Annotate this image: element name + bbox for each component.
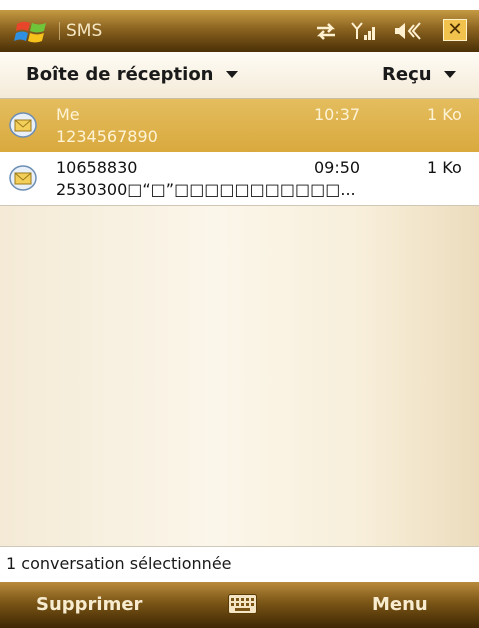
close-button[interactable]: ✕ (443, 19, 467, 41)
sort-label: Reçu (382, 64, 432, 85)
message-time: 09:50 (314, 158, 361, 177)
message-thread-icon (9, 112, 37, 138)
message-sender: 10658830 (56, 158, 138, 177)
softkey-bar: Supprimer Menu (0, 582, 479, 628)
close-icon: ✕ (447, 19, 463, 40)
status-bar: 1 conversation sélectionnée (0, 546, 479, 583)
folder-bar: Boîte de réception Reçu (0, 52, 479, 99)
message-row[interactable]: Me 10:37 1 Ko 1234567890 (0, 99, 479, 152)
sms-screen: SMS ✕ Boîte de réception Reçu Me 10:37 1… (0, 0, 479, 628)
message-thread-icon (9, 165, 37, 191)
message-preview: 1234567890 (56, 127, 158, 146)
title-separator (59, 22, 60, 40)
title-bar: SMS ✕ (0, 10, 479, 53)
signal-strength-icon[interactable] (350, 20, 380, 42)
message-sender: Me (56, 105, 80, 124)
speaker-volume-icon[interactable] (392, 20, 424, 42)
status-text: 1 conversation sélectionnée (6, 554, 232, 573)
sort-dropdown[interactable]: Reçu (382, 64, 456, 85)
folder-dropdown[interactable]: Boîte de réception (26, 64, 238, 85)
app-title: SMS (66, 21, 103, 41)
message-row[interactable]: 10658830 09:50 1 Ko 2530300□“□”□□□□□□□□□… (0, 152, 479, 206)
delete-softkey[interactable]: Supprimer (36, 594, 142, 615)
message-list: Me 10:37 1 Ko 1234567890 10658830 09:50 … (0, 99, 479, 546)
chevron-down-icon (225, 71, 238, 78)
message-time: 10:37 (314, 105, 361, 124)
menu-softkey[interactable]: Menu (372, 594, 428, 615)
keyboard-icon[interactable] (228, 594, 257, 614)
connectivity-icon[interactable] (312, 20, 340, 42)
message-size: 1 Ko (427, 105, 462, 124)
message-preview: 2530300□“□”□□□□□□□□□□□... (56, 180, 356, 199)
folder-label: Boîte de réception (26, 64, 214, 85)
chevron-down-icon (443, 71, 456, 78)
windows-start-icon[interactable] (14, 18, 50, 46)
message-size: 1 Ko (427, 158, 462, 177)
